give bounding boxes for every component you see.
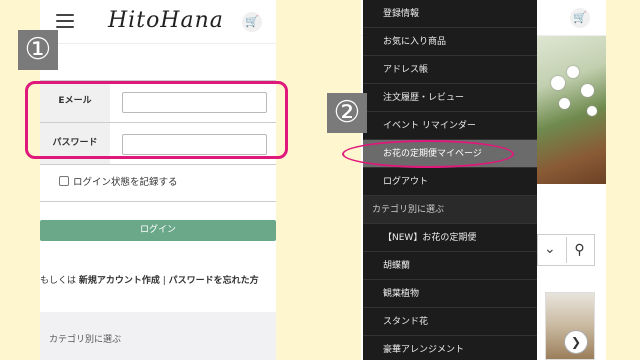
menu-section-categories: カテゴリ別に選ぶ	[363, 196, 537, 224]
menu-item-orchid[interactable]: 胡蝶蘭	[363, 252, 537, 280]
chevron-down-icon[interactable]: ⌄	[544, 241, 556, 257]
menu-item-stand-flowers[interactable]: スタンド花	[363, 308, 537, 336]
remember-label[interactable]: ログイン状態を記録する	[73, 174, 178, 188]
cart-icon[interactable]: 🛒	[570, 8, 590, 28]
step-badge-2: ②	[327, 93, 367, 133]
step-badge-1: ①	[18, 30, 58, 70]
forgot-password-link[interactable]: パスワードを忘れた方	[169, 276, 259, 286]
alt-prefix: もしくは	[40, 276, 79, 286]
menu-item-houseplants[interactable]: 観葉植物	[363, 280, 537, 308]
left-header: HitoHana 🛒	[40, 0, 276, 44]
menu-item-order-history[interactable]: 注文履歴・レビュー	[363, 84, 537, 112]
link-separator: |	[159, 276, 169, 286]
menu-item-event-reminder[interactable]: イベント リマインダー	[363, 112, 537, 140]
cart-icon[interactable]: 🛒	[242, 12, 262, 32]
alt-links: もしくは 新規アカウント作成 | パスワードを忘れた方	[40, 273, 259, 286]
category-footer-label: カテゴリ別に選ぶ	[49, 335, 122, 345]
category-select[interactable]: ⌄ ⚲	[537, 234, 595, 266]
login-highlight-box	[25, 81, 288, 159]
login-button[interactable]: ログイン	[40, 220, 276, 241]
remember-row: ログイン状態を記録する	[40, 164, 276, 202]
hamburger-menu-icon[interactable]	[56, 14, 74, 28]
menu-item-logout[interactable]: ログアウト	[363, 168, 537, 196]
menu-item-subscription-new[interactable]: 【NEW】お花の定期便	[363, 224, 537, 252]
new-account-link[interactable]: 新規アカウント作成	[79, 276, 160, 286]
search-icon[interactable]: ⚲	[566, 237, 592, 263]
bouquet-photo	[537, 36, 606, 184]
menu-item-account-info[interactable]: 登録情報	[363, 0, 537, 28]
subscription-highlight-oval	[342, 140, 514, 168]
side-menu: 登録情報 お気に入り商品 アドレス帳 注文履歴・レビュー イベント リマインダー…	[363, 0, 537, 360]
left-phone-screen: HitoHana 🛒 Eメール パスワード ログイン状態を記録する ログイン も…	[40, 0, 276, 360]
menu-item-luxury-arrangement[interactable]: 豪華アレンジメント	[363, 336, 537, 360]
site-logo[interactable]: HitoHana	[108, 8, 224, 33]
menu-item-address-book[interactable]: アドレス帳	[363, 56, 537, 84]
remember-checkbox[interactable]	[59, 176, 69, 186]
chevron-right-icon[interactable]: ❯	[564, 330, 588, 354]
category-footer[interactable]: カテゴリ別に選ぶ	[40, 312, 276, 360]
menu-item-favorites[interactable]: お気に入り商品	[363, 28, 537, 56]
